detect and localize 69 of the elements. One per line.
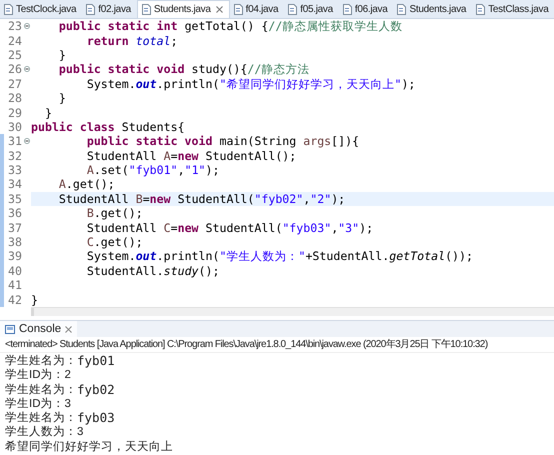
line-number: 23 [7,19,22,34]
code-line: System.out.println("希望同学们好好学习，天天向上"); [86,76,416,91]
editor-tab[interactable]: f02.java [82,0,137,18]
line-number: 28 [7,91,22,106]
editor-tab[interactable]: Students.java [136,0,230,18]
editor-tab[interactable]: f06.java [338,0,394,18]
java-file-icon [4,4,13,14]
java-file-icon [342,4,352,14]
line-number: 30 [7,120,22,134]
code-line: System.out.println("学生人数为："+StudentAll.getTotal()); [86,249,473,264]
console-header: <terminated> Students [Java Application] C:\Program Files\Java\jre1.8.0_144\bin\javaw.exe (2020年3月25日 下午10:10:32) [0,337,554,353]
line-number: 39 [7,249,22,264]
code-line: } [58,91,66,106]
line-number: 24 [7,34,22,48]
line-number: 34 [7,177,22,192]
editor-tab[interactable]: Students.java [393,0,472,18]
line-number: 25 [7,48,22,62]
editor-tab[interactable]: TestClock.java [0,0,82,18]
line-number: 26 [7,62,22,76]
line-number: 29 [7,106,22,120]
java-file-icon [288,4,298,14]
code-line: A.get(); [58,177,115,192]
java-file-icon [86,4,96,14]
code-line: return total; [86,34,178,48]
editor-tab[interactable]: TestClass.java [472,0,554,18]
code-line: public class Students{ [31,120,185,134]
console-line: 学生姓名为：fyb01 [5,354,116,368]
line-number: 33 [7,163,22,178]
line-number: 35 [7,192,22,206]
console-line: 学生姓名为：fyb02 [5,382,116,397]
fold-icon[interactable] [24,66,30,72]
editor-tab[interactable]: f04.java [230,0,284,18]
code-line: } [44,106,52,120]
editor-tab[interactable]: f05.java [284,0,339,18]
java-file-icon [397,4,406,14]
java-file-icon [142,4,151,15]
java-file-icon [234,4,243,14]
console-line: 学生姓名为：fyb03 [5,411,116,426]
console-line: 学生ID为：2 [5,368,72,383]
code-line: C.get(); [86,235,143,250]
line-number: 32 [7,148,22,163]
line-number: 27 [7,76,22,91]
console-line: 学生人数为：3 [5,425,84,440]
java-file-icon [476,4,486,14]
close-icon[interactable] [65,326,72,332]
line-number: 36 [7,206,22,220]
console-line: 希望同学们好好学习，天天向上 [5,440,174,454]
line-number: 40 [7,264,22,278]
line-number: 42 [7,292,22,307]
code-line: public static void study(){//静态方法 [58,62,310,76]
fold-icon[interactable] [24,138,30,144]
line-number: 41 [7,278,22,292]
console-icon [5,324,15,334]
console-tab[interactable]: Console [0,321,78,337]
code-line: public static void main(String args[]){ [86,134,360,148]
code-line: B.get(); [86,206,143,220]
line-number: 38 [7,235,22,250]
code-line: StudentAll.study(); [86,264,220,278]
code-line: StudentAll C=new StudentAll("fyb03","3"); [86,220,374,235]
line-number: 31 [7,134,22,148]
line-number: 37 [7,220,22,235]
fold-icon[interactable] [24,23,30,30]
code-line: } [31,292,38,307]
code-line: } [58,48,66,62]
code-line: StudentAll A=new StudentAll(); [86,148,296,163]
console-line: 学生ID为：3 [5,396,72,412]
close-icon[interactable] [216,6,223,13]
code-line: A.set("fyb01","1"); [86,163,220,178]
code-line: public static int getTotal() {//静态属性获取学生人数 [58,19,402,34]
